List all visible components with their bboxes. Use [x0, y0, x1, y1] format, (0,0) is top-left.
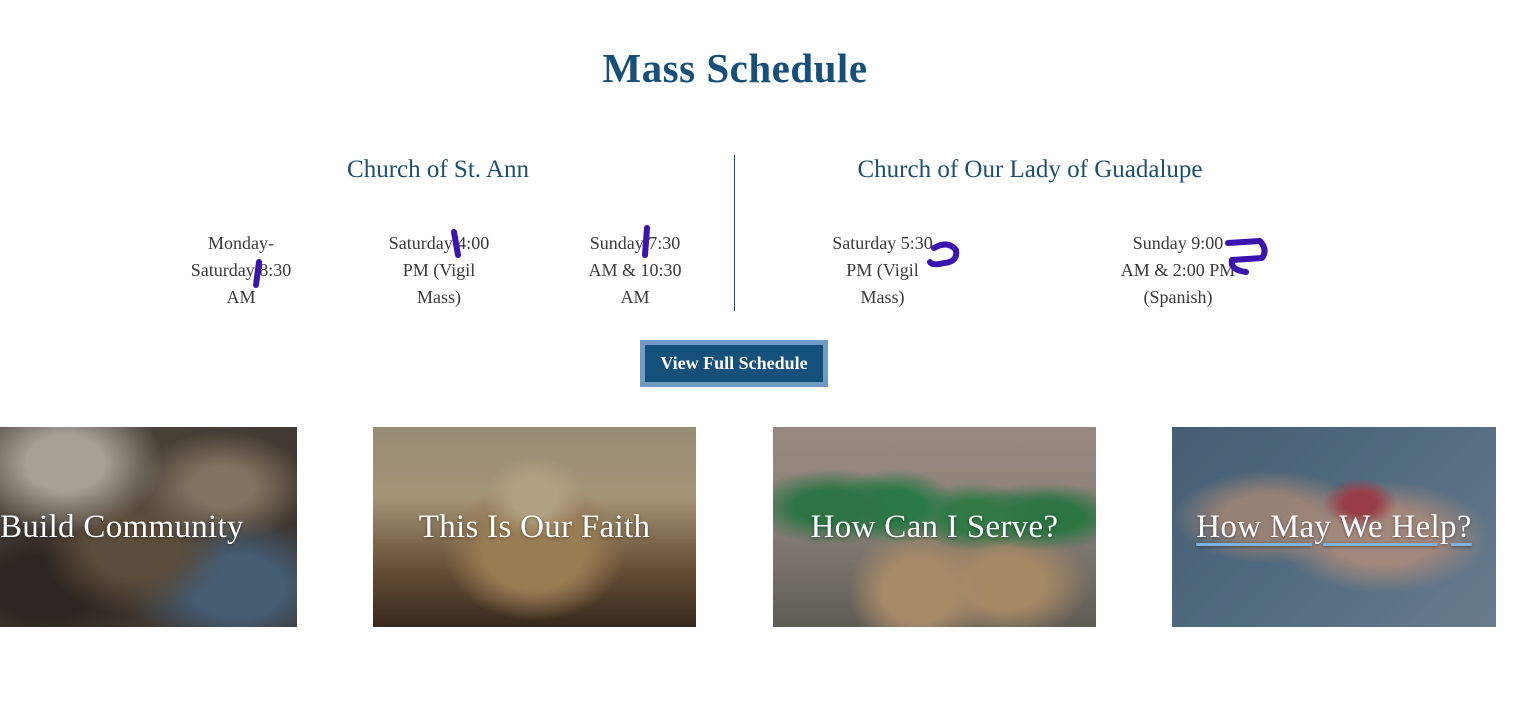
mass-time-line: PM (Vigil — [402, 260, 476, 280]
mass-time-line: AM & 2:00 PM — [1120, 260, 1236, 280]
card-label: How May We Help? — [1196, 509, 1472, 545]
mass-time-line: Sunday 9:00 — [1132, 233, 1224, 253]
mass-time-line: Saturday 5:30 — [832, 233, 933, 253]
page-title: Mass Schedule — [602, 45, 868, 91]
view-full-schedule-button[interactable]: View Full Schedule — [645, 345, 823, 382]
card-how-can-i-serve[interactable]: How Can I Serve? — [773, 427, 1096, 627]
mass-time-line: Monday- — [208, 233, 274, 253]
mass-time-line: Mass) — [860, 287, 905, 307]
mass-time-line: (Spanish) — [1143, 287, 1213, 307]
page: Mass Schedule Church of St. Ann Church o… — [0, 0, 1525, 712]
card-label: Build Community — [0, 509, 244, 545]
view-schedule-button-frame: View Full Schedule — [640, 340, 828, 387]
mass-time-st-ann-saturday: Saturday 4:00 PM (Vigil Mass) — [375, 230, 503, 311]
mass-time-line: Saturday 8:30 — [190, 260, 292, 280]
divider — [734, 155, 735, 311]
card-how-may-we-help[interactable]: How May We Help? — [1172, 427, 1496, 627]
mass-time-line: AM & 10:30 — [588, 260, 682, 280]
mass-time-line: PM (Vigil — [846, 260, 919, 280]
mass-time-line: AM — [226, 287, 256, 307]
card-this-is-our-faith[interactable]: This Is Our Faith — [373, 427, 696, 627]
mass-time-st-ann-weekday: Monday- Saturday 8:30 AM — [180, 230, 302, 311]
mass-time-line: AM — [620, 287, 650, 307]
church-guadalupe-heading: Church of Our Lady of Guadalupe — [857, 156, 1203, 183]
church-st-ann-heading: Church of St. Ann — [347, 156, 529, 183]
mass-time-line: Sunday 7:30 — [589, 233, 681, 253]
mass-time-line: Mass) — [417, 287, 461, 307]
mass-time-guadalupe-saturday: Saturday 5:30 PM (Vigil Mass) — [820, 230, 945, 311]
card-label: How Can I Serve? — [810, 509, 1059, 545]
card-build-community[interactable]: Build Community — [0, 427, 297, 627]
mass-time-guadalupe-sunday: Sunday 9:00 AM & 2:00 PM (Spanish) — [1112, 230, 1244, 311]
card-label: This Is Our Faith — [418, 509, 651, 545]
mass-time-st-ann-sunday: Sunday 7:30 AM & 10:30 AM — [575, 230, 695, 311]
mass-time-line: Saturday 4:00 — [388, 233, 490, 253]
